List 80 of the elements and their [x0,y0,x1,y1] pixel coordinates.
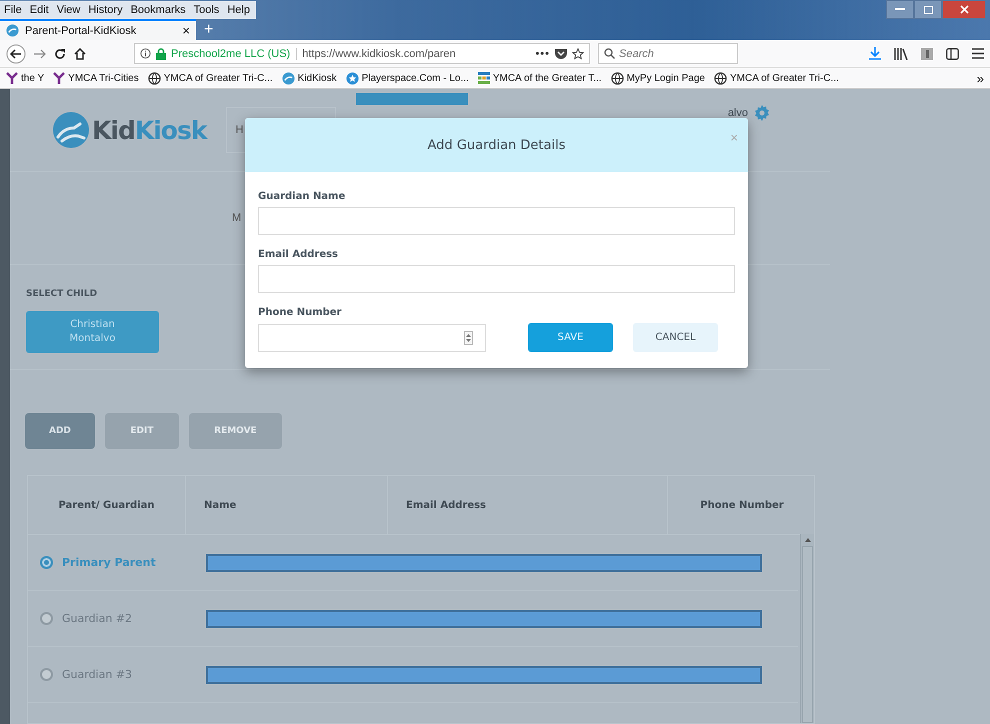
info-icon[interactable] [140,48,151,59]
section-text: M [232,212,242,224]
table-cell-text: Guardian #2 [62,612,134,625]
y-logo-icon [6,72,18,84]
minimize-button[interactable] [886,0,914,19]
page-actions-button[interactable]: ••• [535,48,550,60]
star-icon[interactable] [572,48,584,60]
bookmark[interactable]: Playerspace.Com - Lo... [346,72,469,84]
forward-icon[interactable] [34,48,46,58]
download-icon[interactable] [869,47,881,60]
address-bar[interactable]: Preschool2me LLC (US) https://www.kidkiosk.com/paren ••• [134,43,590,64]
bookmark[interactable]: the Y [6,72,44,84]
menu-item[interactable]: Edit [30,4,49,16]
bookmark[interactable]: YMCA Tri-Cities [53,72,139,84]
library-icon[interactable] [894,48,908,60]
hands-logo-icon [52,111,90,149]
lock-icon [156,48,166,60]
tab-close-button[interactable]: × [182,23,190,38]
grid-icon [478,72,490,84]
site-identity: Preschool2me LLC (US) [171,48,298,60]
column-header: Phone Number [699,498,785,512]
star-badge-icon [346,72,359,84]
bookmarks-overflow-button[interactable]: » [976,70,984,86]
column-header: Email Address [388,476,668,534]
bookmark[interactable]: YMCA of the Greater T... [478,72,602,84]
field-label: Email Address [258,249,340,260]
cancel-button[interactable]: CANCEL [633,323,718,352]
globe-icon [610,72,624,84]
menu-item[interactable]: View [56,4,80,16]
column-header: Name [186,476,388,534]
scrollbar[interactable] [800,534,814,723]
bookmark[interactable]: MyPy Login Page [610,72,705,84]
menu-item[interactable]: Help [227,4,250,16]
field-label: Guardian Name [258,191,346,202]
logo-wordmark: KidKiosk [92,116,206,144]
url-text: https://www.kidkiosk.com/paren [302,48,457,60]
dialog-title: Add Guardian Details [428,138,566,152]
close-button[interactable] [942,0,986,19]
y-logo-icon [53,72,66,84]
radio-button[interactable] [40,556,53,569]
sidebar-icon[interactable] [946,48,959,60]
number-field[interactable] [258,324,486,352]
search-input[interactable]: Search [619,44,732,63]
user-name[interactable]: alvo [728,107,748,119]
search-box[interactable]: Search [598,43,738,64]
column-header: Parent/ Guardian [28,476,186,534]
minimize-icon [895,8,905,11]
home-icon[interactable] [74,48,86,60]
radio-button[interactable] [40,668,53,681]
pocket-icon[interactable] [555,48,567,59]
search-icon [604,48,615,59]
maximize-button[interactable] [914,0,942,19]
input-field[interactable] [258,207,735,235]
reload-icon[interactable] [54,48,66,60]
menu-icon[interactable] [972,48,984,59]
kidkiosk-logo-icon [282,72,295,84]
radio-button[interactable] [40,612,53,625]
menu-item[interactable]: Bookmarks [130,4,186,16]
kidkiosk-logo-icon [6,24,19,37]
table-cell-text: Guardian #3 [62,668,134,681]
close-icon [960,5,968,14]
table-cell-text: Primary Parent [62,556,157,569]
globe-icon [148,72,161,84]
bookmark[interactable]: KidKiosk [282,72,337,84]
scroll-up-icon[interactable] [804,538,810,542]
browser-tab[interactable]: Parent-Portal-KidKiosk × [0,19,196,40]
input-field[interactable] [258,265,735,293]
menu-item[interactable]: History [88,4,123,16]
menu-item[interactable]: Tools [194,4,220,16]
new-tab-button[interactable]: + [196,20,222,40]
select-child-label: SELECT CHILD [26,289,98,299]
spinner-icon[interactable] [464,330,473,344]
menu-item[interactable]: File [4,4,22,16]
back-icon[interactable] [6,44,26,64]
maximize-icon [924,6,932,14]
reader-icon[interactable] [921,48,933,60]
globe-icon [714,72,727,84]
field-label: Phone Number [258,307,342,318]
bookmark[interactable]: YMCA of Greater Tri-C... [148,72,273,84]
bookmark[interactable]: YMCA of Greater Tri-C... [714,72,839,84]
